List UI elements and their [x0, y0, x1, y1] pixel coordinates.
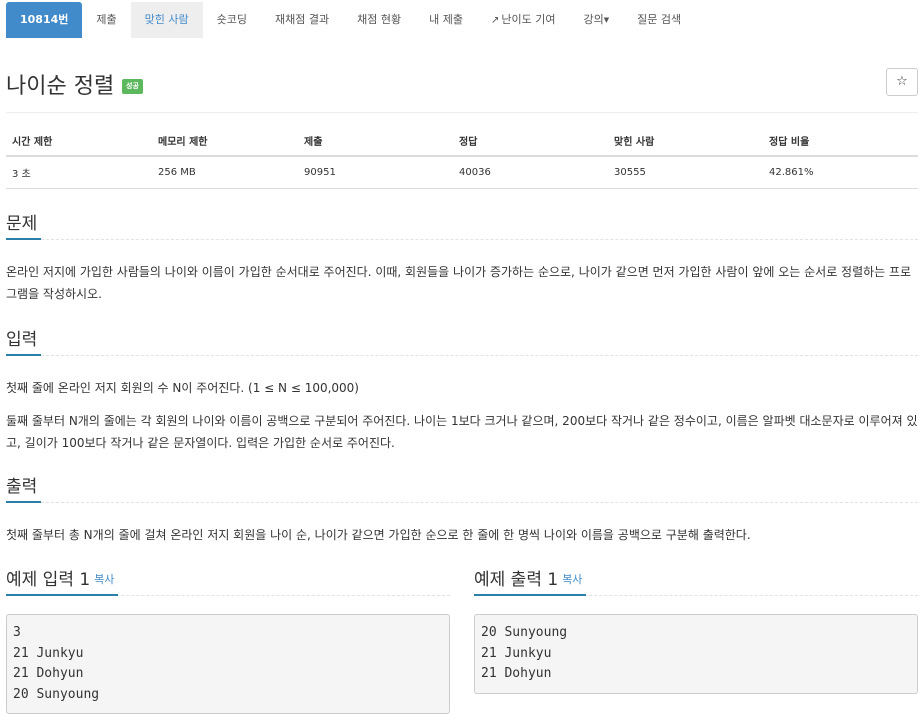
table-row: 3 초 256 MB 90951 40036 30555 42.861%	[6, 156, 918, 189]
table-header: 메모리 제한	[152, 126, 298, 157]
sample-input-heading: 예제 입력 1 복사	[6, 565, 119, 596]
divider	[6, 112, 918, 113]
problem-nav: 10814번 제출 맞힌 사람 숏코딩 재채점 결과 채점 현황 내 제출 ↗ 난…	[6, 2, 695, 38]
tab-lecture-dropdown[interactable]: 강의▼	[569, 2, 623, 38]
tab-problem-number[interactable]: 10814번	[6, 2, 83, 38]
favorite-button[interactable]: ☆	[886, 68, 918, 96]
sample-output-box[interactable]: 20 Sunyoung 21 Junkyu 21 Dohyun	[474, 614, 918, 694]
external-link-icon: ↗	[490, 15, 500, 26]
output-heading: 출력	[6, 472, 42, 503]
status-badge: 성공	[122, 79, 143, 94]
copy-sample-output-button[interactable]: 복사	[562, 573, 582, 586]
description-text: 온라인 저지에 가입한 사람들의 나이와 이름이 가입한 순서대로 주어진다. …	[6, 265, 912, 301]
table-header: 정답 비율	[763, 126, 918, 157]
tab-difficulty-label: 난이도 기여	[501, 13, 556, 26]
table-header: 제출	[298, 126, 453, 157]
problem-info-table: 시간 제한 메모리 제한 제출 정답 맞힌 사람 정답 비율 3 초 256 M…	[6, 126, 918, 189]
tab-solvers[interactable]: 맞힌 사람	[130, 2, 203, 38]
input-text-line2: 둘째 줄부터 N개의 줄에는 각 회원의 나이와 이름이 공백으로 구분되어 주…	[6, 414, 918, 450]
caret-down-icon: ▼	[603, 16, 610, 24]
table-cell: 42.861%	[763, 156, 918, 189]
table-header: 정답	[453, 126, 608, 157]
tab-question-search[interactable]: 질문 검색	[623, 2, 695, 38]
copy-sample-input-button[interactable]: 복사	[94, 573, 114, 586]
table-header-row: 시간 제한 메모리 제한 제출 정답 맞힌 사람 정답 비율	[6, 126, 918, 157]
input-text-line1: 첫째 줄에 온라인 저지 회원의 수 N이 주어진다. (1 ≤ N ≤ 100…	[6, 381, 359, 395]
tab-lecture-label: 강의	[583, 13, 604, 26]
table-cell: 3 초	[6, 156, 152, 189]
table-header: 시간 제한	[6, 126, 152, 157]
description-section-header: 문제	[6, 209, 918, 240]
table-header: 맞힌 사람	[608, 126, 763, 157]
input-section-header: 입력	[6, 325, 918, 356]
sample-input-title: 예제 입력 1	[6, 570, 91, 590]
table-cell: 40036	[453, 156, 608, 189]
table-cell: 30555	[608, 156, 763, 189]
input-heading: 입력	[6, 325, 42, 356]
problem-title: 나이순 정렬	[6, 74, 115, 99]
star-icon: ☆	[896, 74, 908, 89]
tab-submit[interactable]: 제출	[82, 2, 130, 38]
output-text: 첫째 줄부터 총 N개의 줄에 걸쳐 온라인 저지 회원을 나이 순, 나이가 …	[6, 528, 751, 542]
tab-short-coding[interactable]: 숏코딩	[203, 2, 261, 38]
description-heading: 문제	[6, 209, 42, 240]
tab-difficulty-contribution[interactable]: ↗ 난이도 기여	[477, 2, 570, 38]
sample-output-title: 예제 출력 1	[474, 570, 559, 590]
tab-rejudge-results[interactable]: 재채점 결과	[261, 2, 343, 38]
sample-output-heading: 예제 출력 1 복사	[474, 565, 587, 596]
table-cell: 90951	[298, 156, 453, 189]
sample-output-header: 예제 출력 1 복사	[474, 565, 918, 596]
tab-my-submissions[interactable]: 내 제출	[415, 2, 477, 38]
sample-input-box[interactable]: 3 21 Junkyu 21 Dohyun 20 Sunyoung	[6, 614, 450, 714]
tab-judge-status[interactable]: 채점 현황	[343, 2, 415, 38]
table-cell: 256 MB	[152, 156, 298, 189]
sample-input-header: 예제 입력 1 복사	[6, 565, 450, 596]
output-section-header: 출력	[6, 472, 918, 503]
